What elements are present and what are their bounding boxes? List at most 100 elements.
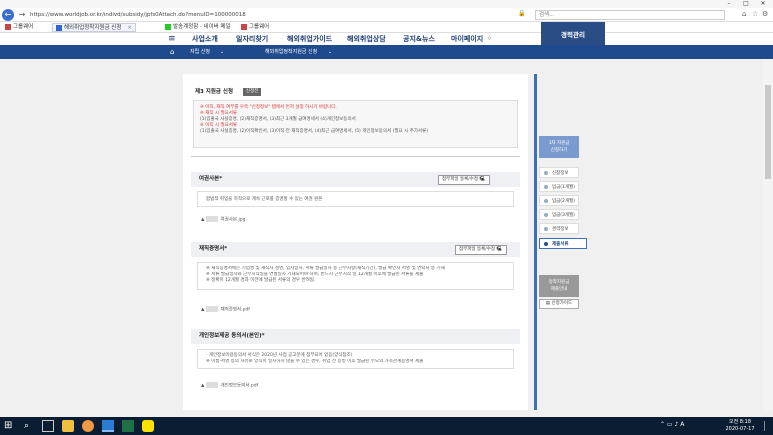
scrollbar-thumb[interactable] [765,85,771,179]
attachment-icon: ▲ [201,307,205,313]
browser-title-bar: – □ ✕ [0,0,773,8]
side-step-application-info[interactable]: 신청정보 [539,167,579,178]
step-dot-icon [544,213,548,217]
windows-taskbar: ⊞ ⌕ ⌃ ▭ ♪ A 오전 8:18 2020-07-17 [0,417,773,435]
career-management-button[interactable]: 경력관리 [541,22,605,45]
section-title: 여권사본* [199,176,223,182]
browser-search-input[interactable] [535,10,725,20]
button-line: 제출안내 [550,287,568,292]
file-name: 여권사본.jpg [220,217,246,223]
apply-third-subsidy-button[interactable]: 3차 지원금 신청하기 [539,136,579,158]
step-dot-icon [544,242,548,246]
close-tab-icon[interactable]: × [127,25,132,31]
subsidy-guide-button[interactable]: 정착지원금 제출안내 [539,275,579,297]
document-icon: ▤ [545,301,551,306]
worldjob-favicon-icon [56,24,62,31]
menu-mypage[interactable]: 마이페이지 [451,33,483,45]
section-desc-line: ※ 정확히 12개월 경과 이전에 발급된 서류의 경우 반려됨. [206,278,316,283]
section-desc-box: ※ 재직증명서에는 기업명 및 재직자 성명, 입사일자, 서류 발급일자 등 … [197,262,514,290]
side-step-career-info[interactable]: 경력정보 [539,223,579,234]
tab-naver-mail[interactable]: 발송계정함 · 네이버 메일 [162,23,234,32]
step-label: 제출서류 [552,242,569,247]
windows-start-icon[interactable]: ⊞ [4,420,16,432]
lock-icon: 🔒 [518,10,526,17]
system-tray-icons[interactable]: ⌃ ▭ ♪ A [660,421,684,428]
button-line: 정착지원금 [548,280,570,285]
attach-file-button[interactable]: 첨부파일 등록/수정 🖳 [438,175,490,185]
kakaotalk-icon[interactable] [142,420,154,432]
file-chip [206,306,219,312]
maximize-button[interactable]: □ [739,0,753,8]
apply-guide-button[interactable]: ▤ 신청가이드 [539,299,579,309]
search-icon[interactable]: ⌕ [24,420,36,432]
side-step-deposit-2[interactable]: 입금(2개월) [539,195,579,206]
internet-explorer-icon[interactable] [102,420,114,432]
file-link-privacy[interactable]: ▲ 개인정보동의서.pdf [201,382,258,391]
side-step-deposit-1[interactable]: 입금(1개월) [539,181,579,192]
chevron-down-icon[interactable]: ⌄ [220,45,224,59]
star-icon[interactable]: ☆ [752,10,758,18]
divider [191,156,520,157]
tab-label: 그룹웨어 [249,24,270,30]
tab-groupware-2[interactable]: 그룹웨어 [238,23,272,32]
tab-groupware[interactable]: 그룹웨어 [2,23,36,32]
home-icon[interactable]: ⌂ [742,10,746,18]
file-explorer-icon[interactable] [62,420,74,432]
menu-business-intro[interactable]: 사업소개 [192,33,218,45]
groupware-favicon-icon [5,23,11,30]
step-dot-icon [544,185,548,189]
file-link-passport[interactable]: ▲ 여권사본.jpg [201,216,245,225]
section-title: 재직증명서* [199,246,228,252]
clock-time: 오전 8:18 [728,419,752,425]
home-icon[interactable]: ⌂ [170,45,174,59]
button-line: 신청하기 [550,148,568,153]
section-desc-box: 합법적 취업을 목적으로 계속 근로를 증명할 수 있는 여권 원본 [197,191,514,207]
attach-file-button[interactable]: 첨부파일 등록/수정 🖳 [455,245,507,255]
step-label: 신청정보 [552,171,569,176]
file-name: 재직증명서.pdf [220,307,250,313]
tab-label: 발송계정함 · 네이버 메일 [173,24,231,30]
tab-worldjob[interactable]: 해외취업정착지원금 신청 × [52,23,137,32]
breadcrumb-item-apply[interactable]: 자립 신청 [190,45,210,59]
step-label: 입금(1개월) [552,185,575,190]
side-step-submit-docs[interactable]: 제출서류 [539,238,587,249]
menu-notice-news[interactable]: 공지&뉴스 [403,33,435,45]
gear-icon[interactable]: ⚙ [762,10,768,18]
chevron-down-icon[interactable]: ⌄ [328,45,332,59]
step-dot-icon [544,199,548,203]
hamburger-menu-icon[interactable]: ≡ [168,34,176,44]
back-arrow-icon[interactable]: ← [2,9,14,21]
apply-title: 제3 지원금 신청 [195,89,234,95]
side-nav-line [534,74,537,410]
section-desc-line: ※ 이름·서명 등의 사유로 양식이 일치하지 않을 수 있는 경우, 취업 전… [206,359,424,364]
menu-job-consult[interactable]: 해외취업상담 [347,33,386,45]
side-step-deposit-3[interactable]: 입금(3개월) [539,209,579,220]
application-panel: 제3 지원금 신청 신청전 ※ 이직, 재직 여부를 우측 "신청정보" 탭에서… [183,74,528,410]
section-desc-line: 합법적 취업을 목적으로 계속 근로를 증명할 수 있는 여권 원본 [206,197,323,202]
excel-icon[interactable] [122,420,134,432]
section-title: 개인정보제공 동의서(본인)* [199,333,265,339]
file-link-employment[interactable]: ▲ 재직증명서.pdf [201,306,250,315]
step-dot-icon [544,171,548,175]
notice-box: ※ 이직, 재직 여부를 우측 "신청정보" 탭에서 먼저 설정 하시기 바랍니… [193,100,518,148]
groupware-favicon-icon [241,23,247,30]
attach-label: 첨부파일 등록/수정 [459,247,496,252]
tab-label: 그룹웨어 [13,24,34,30]
monitor-icon: 🖳 [479,177,486,182]
menu-job-search[interactable]: 일자리찾기 [236,33,268,45]
notification-icon[interactable] [764,421,770,431]
menu-job-guide[interactable]: 해외취업가이드 [287,33,332,45]
browser-tab-bar: 그룹웨어 해외취업정착지원금 신청 × 발송계정함 · 네이버 메일 그룹웨어 [0,22,773,33]
chrome-icon[interactable] [82,420,94,432]
forward-arrow-icon[interactable]: → [16,9,28,21]
section-header-privacy: 개인정보제공 동의서(본인)* [191,329,520,344]
step-label: 경력정보 [552,227,569,232]
url-input[interactable] [30,10,530,20]
breadcrumb-item-subsidy[interactable]: 해외취업정착지원금 신청 [265,45,317,59]
notice-line: (1)입출국 사실증명, (2)이직확인서, (3)이직 전 재직증명서, (4… [200,129,429,134]
taskbar-clock[interactable]: 오전 8:18 2020-07-17 [718,419,762,433]
minimize-button[interactable]: – [722,0,736,8]
close-window-button[interactable]: ✕ [756,0,770,8]
status-badge: 신청전 [243,88,262,96]
task-view-icon[interactable] [42,420,54,432]
